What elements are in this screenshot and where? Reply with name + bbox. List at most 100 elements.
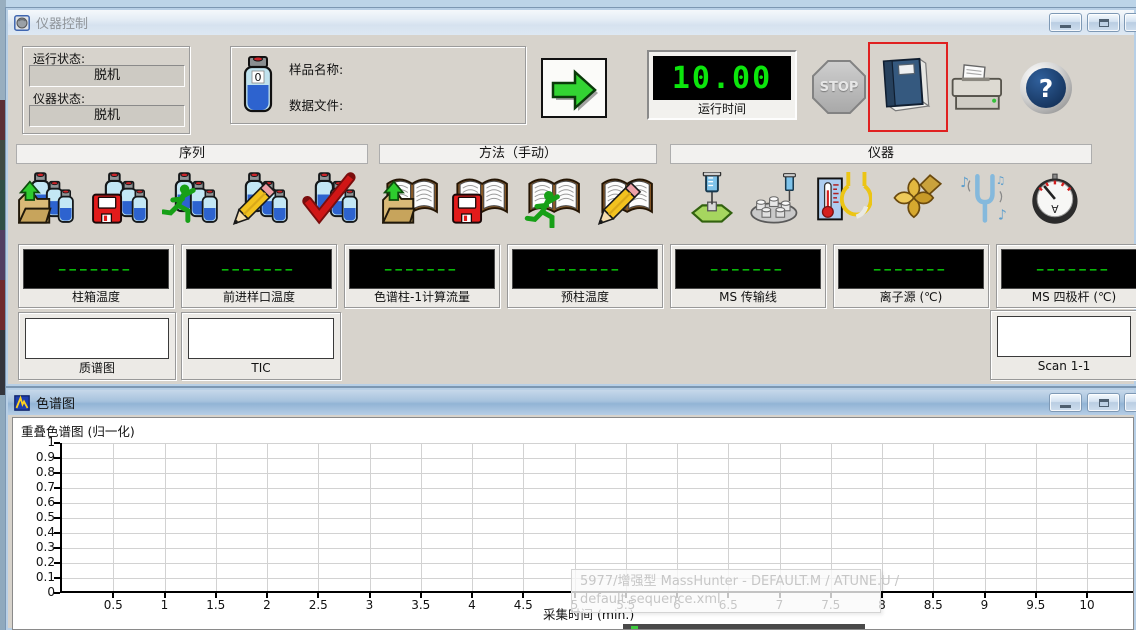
y-tick-label: 0.7: [15, 480, 55, 494]
y-tick-label: 0.4: [15, 525, 55, 539]
print-button[interactable]: [948, 60, 1010, 118]
minimize-icon: [1060, 25, 1071, 28]
x-tick-label: 8.5: [911, 598, 955, 612]
edit-sequence-button[interactable]: [232, 172, 290, 230]
ms-quadrupole-button[interactable]: [888, 172, 946, 230]
mass-spectrum-display: [25, 318, 169, 359]
gc-temperature-column-icon: [816, 172, 872, 228]
injector-button[interactable]: [684, 172, 742, 230]
section-header-sequence: 序列: [16, 144, 368, 164]
run-method-button[interactable]: [524, 172, 582, 230]
close-button[interactable]: ×: [1124, 13, 1136, 32]
x-tick-label: 4.5: [501, 598, 545, 612]
validate-sequence-button[interactable]: [302, 172, 360, 230]
stop-button[interactable]: STOP: [812, 60, 866, 114]
y-tick-label: 0.1: [15, 570, 55, 584]
gc-temperature-button[interactable]: [816, 172, 874, 230]
x-tick-label: 1: [143, 598, 187, 612]
x-tick-label: 0.5: [91, 598, 135, 612]
run-sequence-icon: [162, 172, 218, 228]
gridline-horizontal: [62, 488, 1134, 489]
y-tick-label: 0.3: [15, 540, 55, 554]
maximize-icon: [1099, 399, 1109, 407]
sample-groupbox: 0 样品名称: 数据文件:: [230, 46, 526, 124]
chromatogram-title-bar[interactable]: 色谱图: [8, 390, 1134, 415]
gridline-vertical: [933, 443, 934, 591]
gridline-vertical: [985, 443, 986, 591]
x-tick-label: 2: [245, 598, 289, 612]
maximize-icon: [1099, 19, 1109, 27]
gridline-horizontal: [62, 458, 1134, 459]
gridline-vertical: [472, 443, 473, 591]
chromatogram-app-icon: [14, 395, 30, 411]
logbook-button[interactable]: [876, 52, 940, 122]
gridline-vertical: [421, 443, 422, 591]
green-indicator-icon: [631, 626, 638, 630]
status-panel-ion-source: ——————— 离子源 (℃): [833, 244, 989, 308]
taskbar-peek-sliver: [623, 624, 865, 630]
instrument-window-title-bar[interactable]: 仪器控制: [8, 10, 1134, 35]
run-time-display: 10.00 运行时间: [647, 50, 797, 120]
gridline-horizontal: [62, 473, 1134, 474]
status-panel-precolumn-temp: ——————— 预柱温度: [507, 244, 663, 308]
start-run-button[interactable]: [541, 58, 607, 118]
run-status-value: 脱机: [29, 65, 185, 87]
load-method-button[interactable]: [382, 172, 440, 230]
gridline-horizontal: [62, 563, 1134, 564]
x-tick-label: 4: [450, 598, 494, 612]
stop-sign-icon: STOP: [814, 62, 864, 112]
chrom-minimize-button[interactable]: [1049, 393, 1082, 412]
gridline-vertical: [267, 443, 268, 591]
edit-method-button[interactable]: [597, 172, 655, 230]
vacuum-gauge-button[interactable]: [1028, 172, 1086, 230]
overlay-line1: 5977/增强型 MassHunter - DEFAULT.M / ATUNE.…: [580, 573, 872, 591]
gridline-vertical: [113, 443, 114, 591]
minimize-button[interactable]: [1049, 13, 1082, 32]
vacuum-gauge-icon: [1028, 172, 1084, 228]
run-sequence-button[interactable]: [162, 172, 220, 230]
green-arrow-icon: [547, 61, 601, 115]
session-overlay-tooltip: 5977/增强型 MassHunter - DEFAULT.M / ATUNE.…: [571, 569, 881, 613]
instrument-control-window: 仪器控制 × 运行状态: 脱机 仪器状态: 脱机 0 样品名称: 数据文件: 1…: [6, 8, 1136, 386]
y-tick-label: 1: [15, 435, 55, 449]
save-method-button[interactable]: [452, 172, 510, 230]
maximize-button[interactable]: [1087, 13, 1120, 32]
status-panel-front-inlet-temp: ——————— 前进样口温度: [181, 244, 337, 308]
section-header-instrument: 仪器: [670, 144, 1092, 164]
chrom-maximize-button[interactable]: [1087, 393, 1120, 412]
instrument-control-app-icon: [14, 15, 30, 31]
instrument-status-value: 脱机: [29, 105, 185, 127]
save-sequence-button[interactable]: [92, 172, 150, 230]
x-tick-label: 3: [348, 598, 392, 612]
y-tick-label: 0.2: [15, 555, 55, 569]
sample-tray-button[interactable]: [748, 172, 806, 230]
gridline-horizontal: [62, 518, 1134, 519]
help-button[interactable]: ?: [1020, 62, 1072, 114]
load-sequence-button[interactable]: [18, 172, 76, 230]
x-tick-label: 2.5: [296, 598, 340, 612]
monitor-panel-tic: TIC: [181, 312, 341, 380]
lcd-screen: ———————: [512, 249, 658, 289]
tune-button[interactable]: [958, 172, 1016, 230]
ms-quadrupole-icon: [888, 172, 944, 228]
x-tick-label: 9.5: [1014, 598, 1058, 612]
gridline-horizontal: [62, 548, 1134, 549]
edit-sequence-icon: [232, 172, 288, 228]
injector-syringe-icon: [684, 172, 740, 228]
status-panel-ms-transfer-line: ——————— MS 传输线: [670, 244, 826, 308]
y-tick-label: 0: [15, 585, 55, 599]
status-panel-column-flow: ——————— 色谱柱-1计算流量: [344, 244, 500, 308]
x-tick-label: 10: [1065, 598, 1109, 612]
tuning-fork-icon: [958, 172, 1014, 228]
lcd-screen: ———————: [23, 249, 169, 289]
gridline-vertical: [318, 443, 319, 591]
chrom-close-button[interactable]: ×: [1124, 393, 1136, 412]
tic-display: [188, 318, 334, 359]
gridline-vertical: [216, 443, 217, 591]
sample-name-label: 样品名称:: [289, 59, 343, 78]
save-method-icon: [452, 172, 508, 228]
data-file-label: 数据文件:: [289, 95, 343, 114]
status-groupbox: 运行状态: 脱机 仪器状态: 脱机: [22, 46, 190, 134]
gridline-vertical: [523, 443, 524, 591]
instrument-window-title: 仪器控制: [36, 13, 88, 32]
